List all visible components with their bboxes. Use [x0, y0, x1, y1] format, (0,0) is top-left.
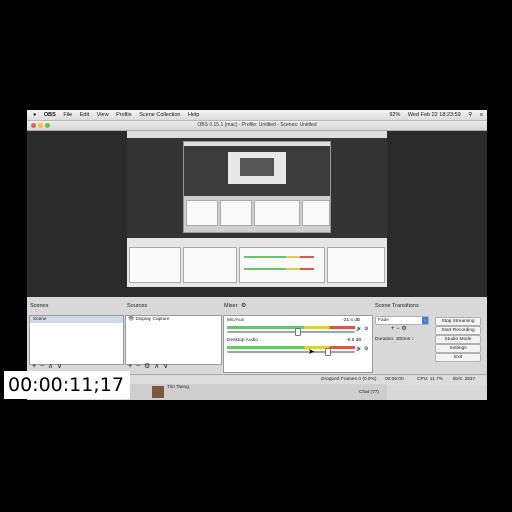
settings-button[interactable]: Settings [435, 344, 481, 353]
duration-row: Duration: 300ms ↕ [375, 337, 414, 342]
scenes-header: Scenes [30, 303, 49, 309]
volume-slider-knob[interactable] [295, 328, 301, 336]
dock-chat[interactable]: Chat (77) [359, 390, 379, 395]
transitions-header: Scene Transitions [375, 303, 419, 309]
duration-stepper-icon[interactable]: ↕ [412, 337, 414, 342]
preview-canvas[interactable] [27, 131, 487, 297]
nested-obs-window [127, 131, 387, 297]
cpu-usage: CPU: 11.7% [417, 377, 444, 382]
nested-preview [183, 141, 331, 233]
menu-file[interactable]: File [63, 110, 72, 120]
mixer-settings-icon[interactable]: ⚙ [241, 302, 246, 309]
zoom-window-icon[interactable] [45, 123, 50, 128]
volume-slider[interactable] [227, 351, 355, 353]
sources-header: Sources [127, 303, 148, 309]
dock-user-name: Tim Tseng [167, 385, 189, 390]
volume-meter [227, 346, 355, 349]
sources-toolbar: + − ⚙ ∧ ∨ [128, 362, 168, 370]
mixer-channel-name: Mic/Aux [227, 318, 245, 323]
battery-indicator[interactable]: 92% [389, 110, 400, 120]
menu-view[interactable]: View [97, 110, 109, 120]
eye-icon[interactable]: 👁 [128, 317, 134, 322]
timecode-overlay: 00:00:11;17 [4, 371, 130, 399]
add-source-icon[interactable]: + [128, 363, 132, 370]
menu-profile[interactable]: Profile [116, 110, 132, 120]
remove-transition-icon[interactable]: − [396, 326, 400, 332]
scenes-list[interactable]: Scene [29, 315, 124, 365]
menubar-clock[interactable]: Wed Feb 22 18:23:59 [408, 110, 461, 120]
source-item[interactable]: 👁 Display Capture [126, 316, 221, 323]
speaker-icon[interactable]: 🔊 [356, 347, 362, 352]
list-icon[interactable]: ≡ [480, 110, 483, 120]
volume-meter [227, 326, 355, 329]
transition-select[interactable]: Fade ↕ [375, 316, 429, 325]
remove-source-icon[interactable]: − [136, 363, 140, 370]
avatar [152, 386, 164, 398]
move-up-icon[interactable]: ∧ [48, 363, 53, 370]
remove-scene-icon[interactable]: − [40, 363, 44, 370]
speaker-icon[interactable]: 🔊 [356, 327, 362, 332]
transition-settings-icon[interactable]: ⚙ [401, 326, 406, 332]
bitrate: kb/s: 2637 [453, 377, 476, 382]
channel-settings-icon[interactable]: ⚙ [364, 327, 368, 332]
mixer-channel-db: -21.4 dB [342, 318, 361, 323]
menu-app-obs[interactable]: OBS [44, 110, 56, 120]
duration-value[interactable]: 300ms [396, 337, 410, 342]
move-down-icon[interactable]: ∨ [57, 363, 62, 370]
apple-icon[interactable]: ● [33, 110, 36, 120]
mouse-cursor-icon: ➤ [308, 347, 315, 356]
sources-list[interactable]: 👁 Display Capture [125, 315, 222, 365]
start-recording-button[interactable]: Start Recording [435, 326, 481, 335]
menu-scene-collection[interactable]: Scene Collection [139, 110, 180, 120]
source-up-icon[interactable]: ∧ [154, 363, 159, 370]
menu-help[interactable]: Help [188, 110, 199, 120]
mac-dock: Tim Tseng Chat (77) [127, 384, 387, 400]
duration-label: Duration [375, 337, 394, 342]
volume-slider[interactable] [227, 331, 355, 333]
dock-headers: Scenes Sources Mixer ⚙ Scene Transitions [27, 298, 487, 310]
scenes-toolbar: + − ∧ ∨ [32, 362, 62, 370]
mixer-header: Mixer [224, 303, 238, 309]
stream-time: 00:05:00 [385, 377, 404, 382]
mixer-channel-db: -5.8 dB [346, 338, 362, 343]
chevron-down-icon: ↕ [422, 317, 428, 324]
scene-item[interactable]: Scene [30, 316, 123, 323]
stop-streaming-button[interactable]: Stop Streaming [435, 317, 481, 326]
source-down-icon[interactable]: ∨ [163, 363, 168, 370]
add-transition-icon[interactable]: + [391, 326, 395, 332]
menu-edit[interactable]: Edit [80, 110, 89, 120]
window-title: OBS 0.15.1 (mac) - Profile: Untitled - S… [197, 122, 317, 128]
channel-settings-icon[interactable]: ⚙ [364, 347, 368, 352]
close-window-icon[interactable] [31, 123, 36, 128]
obs-screen-capture: ● OBS File Edit View Profile Scene Colle… [27, 110, 487, 400]
transition-toolbar: + − ⚙ [391, 325, 407, 332]
window-titlebar: OBS 0.15.1 (mac) - Profile: Untitled - S… [27, 121, 487, 131]
source-settings-icon[interactable]: ⚙ [144, 363, 150, 370]
mixer-channel-name: Desktop Audio [227, 338, 258, 343]
add-scene-icon[interactable]: + [32, 363, 36, 370]
source-label: Display Capture [135, 317, 170, 322]
studio-mode-button[interactable]: Studio Mode [435, 335, 481, 344]
mac-menubar: ● OBS File Edit View Profile Scene Colle… [27, 110, 487, 121]
exit-button[interactable]: Exit [435, 353, 481, 362]
mixer-panel: Mic/Aux -21.4 dB 🔊 ⚙ Desktop Audio -5.8 … [223, 315, 373, 373]
volume-slider-knob[interactable] [325, 348, 331, 356]
search-icon[interactable]: ⚲ [468, 110, 472, 120]
minimize-window-icon[interactable] [38, 123, 43, 128]
